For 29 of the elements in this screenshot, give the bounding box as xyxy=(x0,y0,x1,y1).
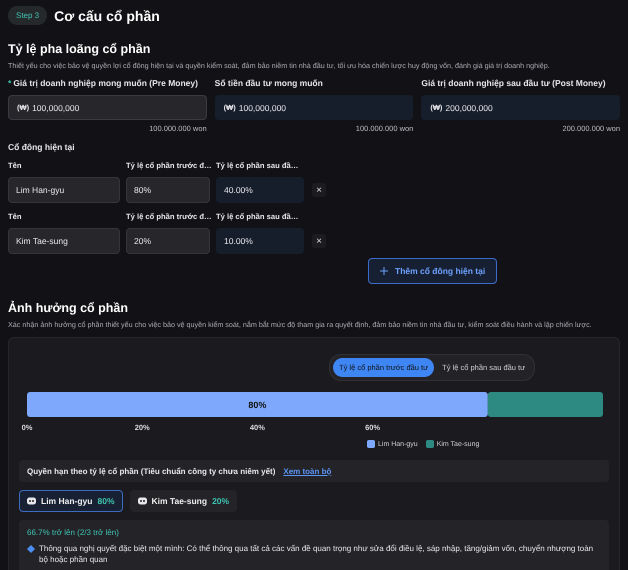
shareholder-chip[interactable]: Lim Han-gyu 80% xyxy=(19,490,122,512)
field-label: Giá trị doanh nghiệp mong muốn (Pre Money) xyxy=(13,78,198,90)
data-label: 80% xyxy=(248,400,266,410)
share-field[interactable]: 20% xyxy=(126,228,210,254)
share-field: 10.00% xyxy=(216,228,304,254)
remove-button[interactable]: × xyxy=(312,183,326,197)
page-title: Cơ cấu cổ phần xyxy=(54,8,160,24)
shareholder-chip[interactable]: Kim Tae-sung 20% xyxy=(130,490,238,512)
diamond-icon xyxy=(27,545,35,553)
add-shareholder-button[interactable]: Thêm cổ đông hiện tại xyxy=(368,258,498,284)
view-all-link[interactable]: Xem toàn bộ xyxy=(283,466,332,476)
robot-icon xyxy=(138,497,146,505)
field-label: Số tiền đầu tư mong muốn xyxy=(214,78,323,90)
plus-icon xyxy=(380,267,388,275)
name-field[interactable]: Lim Han-gyu xyxy=(8,177,120,203)
rights-item-text: Thông qua nghị quyết đặc biệt một mình: Có thể thông qua tất cả các vấn đề quan trọng như sửa đổi điều lệ, sáp nhập, tăng/giảm vốn, chuyển nhượng toàn bộ hoặc phần quan xyxy=(39,543,594,565)
section-title: Ảnh hưởng cổ phần xyxy=(8,301,130,315)
section-title: Tỷ lệ pha loãng cổ phần xyxy=(8,42,152,56)
robot-icon xyxy=(27,497,36,505)
name-field[interactable]: Kim Tae-sung xyxy=(8,228,120,254)
share-field: 40.00% xyxy=(216,177,304,203)
remove-button[interactable]: × xyxy=(312,234,326,248)
field-label: Giá trị doanh nghiệp sau đầu tư (Post Money) xyxy=(421,78,606,90)
threshold-label: 66.7% trở lên (2/3 trở lên) xyxy=(27,528,120,537)
subsection-title: Cổ đông hiện tại xyxy=(8,142,76,152)
step-badge: Step 3 xyxy=(8,6,48,25)
rights-title: Quyền hạn theo tỷ lệ cổ phần (Tiêu chuẩn công ty chưa niêm yết) xyxy=(27,466,276,476)
share-field[interactable]: 80% xyxy=(126,177,210,203)
required-asterisk: * xyxy=(8,78,12,90)
